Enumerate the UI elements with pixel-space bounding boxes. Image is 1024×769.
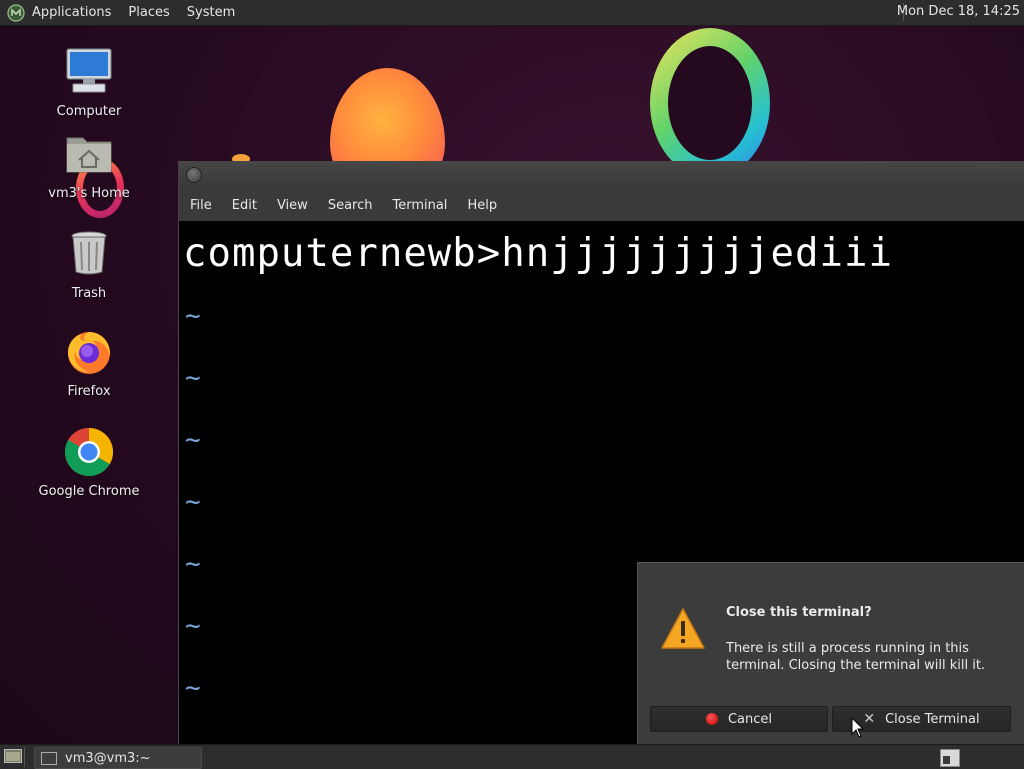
vi-tilde-line: ~ [185, 549, 201, 579]
clock[interactable]: Mon Dec 18, 14:25 [897, 4, 1020, 19]
dialog-title: Close this terminal? [726, 605, 872, 620]
vi-tilde-line: ~ [185, 363, 201, 393]
terminal-menubar: File Edit View Search Terminal Help [179, 189, 1024, 221]
terminal-prompt-line: computernewb>hnjjjjjjjjjediii [183, 231, 893, 276]
taskbar-item-terminal[interactable]: vm3@vm3:~ [34, 747, 202, 769]
vi-tilde-line: ~ [185, 673, 201, 703]
workspace-switcher[interactable] [940, 749, 960, 767]
desktop-icon-chrome[interactable]: Google Chrome [34, 426, 144, 499]
wallpaper-rainbow-ring [650, 28, 770, 178]
vi-tilde-line: ~ [185, 611, 201, 641]
top-panel: Applications Places System Mon Dec 18, 1… [0, 0, 1024, 26]
desktop-icon-label: vm3's Home [48, 186, 130, 201]
terminal-titlebar[interactable] [179, 161, 1024, 189]
warning-icon [661, 608, 705, 649]
menu-file[interactable]: File [190, 198, 212, 213]
desktop-icon-label: Trash [71, 286, 107, 301]
trash-icon [71, 231, 107, 275]
menu-help[interactable]: Help [467, 198, 497, 213]
close-terminal-dialog: Close this terminal? There is still a pr… [637, 562, 1024, 745]
menu-terminal[interactable]: Terminal [392, 198, 447, 213]
mouse-cursor-icon [851, 717, 865, 738]
desktop-icon-trash[interactable]: Trash [34, 228, 144, 301]
firefox-icon [68, 332, 111, 374]
menu-applications[interactable]: Applications [32, 5, 111, 20]
desktop-icon-label: Computer [56, 104, 122, 119]
vi-tilde-line: ~ [185, 301, 201, 331]
desktop-icon-firefox[interactable]: Firefox [34, 326, 144, 399]
chrome-icon [64, 428, 114, 477]
vi-tilde-line: ~ [185, 487, 201, 517]
desktop-icon-home[interactable]: vm3's Home [34, 128, 144, 201]
computer-icon [66, 48, 112, 93]
desktop-icon-computer[interactable]: Computer [34, 46, 144, 119]
terminal-icon [41, 751, 57, 765]
menu-search[interactable]: Search [328, 198, 373, 213]
home-folder-icon [66, 137, 112, 173]
cancel-button[interactable]: Cancel [650, 706, 828, 732]
desktop-icon-label: Firefox [67, 384, 111, 399]
menu-system[interactable]: System [187, 5, 235, 20]
menu-edit[interactable]: Edit [232, 198, 257, 213]
show-desktop-icon[interactable] [4, 749, 22, 763]
bottom-panel: vm3@vm3:~ [0, 744, 1024, 769]
menu-view[interactable]: View [277, 198, 308, 213]
cancel-button-label: Cancel [727, 711, 773, 727]
window-close-button[interactable] [186, 167, 202, 183]
panel-separator [24, 747, 25, 767]
close-icon: ✕ [863, 711, 876, 727]
menu-places[interactable]: Places [128, 5, 169, 20]
desktop-icon-label: Google Chrome [38, 484, 140, 499]
cancel-icon [705, 713, 718, 725]
vi-tilde-line: ~ [185, 425, 201, 455]
mate-logo-icon[interactable] [7, 3, 25, 22]
workspace-window-thumb [943, 756, 950, 764]
dialog-message: There is still a process running in this… [726, 641, 986, 673]
close-terminal-button-label: Close Terminal [885, 711, 980, 727]
taskbar-item-label: vm3@vm3:~ [65, 750, 151, 766]
